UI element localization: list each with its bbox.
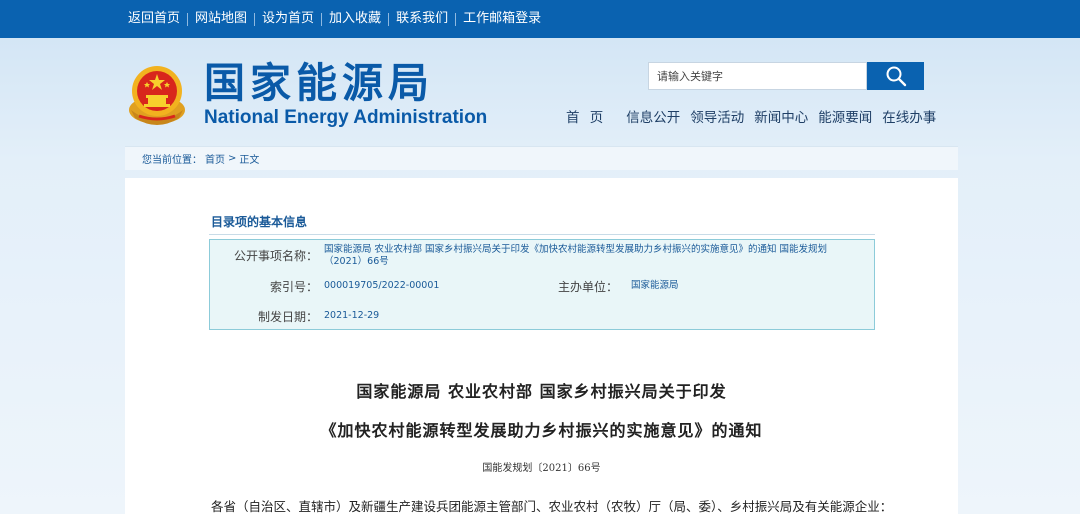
info-index-value: 000019705/2022-00001 [324,280,440,291]
search-button[interactable] [867,62,924,90]
info-host-value: 国家能源局 [631,280,679,291]
top-link-home[interactable]: 返回首页 [128,0,187,38]
nav-item-leadership[interactable]: 领导活动 [690,106,744,126]
breadcrumb-current[interactable]: 正文 [239,151,259,166]
divider [209,234,875,235]
top-links: 返回首页 网站地图 设为首页 加入收藏 联系我们 工作邮箱登录 [128,0,548,38]
info-date-label: 制发日期： [257,310,318,324]
document-salutation: 各省（自治区、直辖市）及新疆生产建设兵团能源主管部门、农业农村（农牧）厅（局、委… [211,499,893,514]
breadcrumb-prefix: 您当前位置： [142,155,202,166]
content-panel: 目录项的基本信息 公开事项名称： 国家能源局 农业农村部 国家乡村振兴局关于印发… [125,178,958,514]
breadcrumb-home[interactable]: 首页 [205,151,225,166]
top-link-contact[interactable]: 联系我们 [389,0,455,38]
top-link-bookmark[interactable]: 加入收藏 [322,0,388,38]
info-box: 公开事项名称： 国家能源局 农业农村部 国家乡村振兴局关于印发《加快农村能源转型… [209,239,875,330]
search-input[interactable] [648,62,867,90]
site-title-en[interactable]: National Energy Administration [204,106,487,130]
info-host-label: 主办单位： [557,280,618,294]
document-title-line-1: 国家能源局 农业农村部 国家乡村振兴局关于印发 [356,382,727,401]
top-link-sitemap[interactable]: 网站地图 [188,0,254,38]
nav-item-home[interactable]: 首 页 [566,106,606,126]
document-number: 国能发规划〔2021〕66号 [482,463,601,474]
top-bar: 返回首页 网站地图 设为首页 加入收藏 联系我们 工作邮箱登录 [0,0,1080,38]
national-emblem-icon[interactable] [127,60,187,126]
info-section-title: 目录项的基本信息 [211,215,308,229]
nav-item-energy-news[interactable]: 能源要闻 [818,106,872,126]
nav-item-info-disclosure[interactable]: 信息公开 [626,106,680,126]
breadcrumb-separator: > [228,153,237,164]
top-link-set-homepage[interactable]: 设为首页 [255,0,321,38]
magnifier-icon [886,66,906,87]
breadcrumb: 您当前位置： 首页 > 正文 [125,146,958,170]
nav-item-news[interactable]: 新闻中心 [754,106,808,126]
site-title-cn[interactable]: 国家能源局 [204,58,434,108]
top-link-email-login[interactable]: 工作邮箱登录 [456,0,548,38]
info-date-value: 2021-12-29 [324,310,380,321]
info-name-label: 公开事项名称： [233,249,318,263]
info-index-label: 索引号： [269,280,318,294]
info-name-value: 国家能源局 农业农村部 国家乡村振兴局关于印发《加快农村能源转型发展助力乡村振兴… [324,244,828,267]
document-title-line-2: 《加快农村能源转型发展助力乡村振兴的实施意见》的通知 [320,421,763,440]
main-nav: 首 页 信息公开 领导活动 新闻中心 能源要闻 在线办事 [566,104,946,128]
nav-item-online-services[interactable]: 在线办事 [882,106,936,126]
